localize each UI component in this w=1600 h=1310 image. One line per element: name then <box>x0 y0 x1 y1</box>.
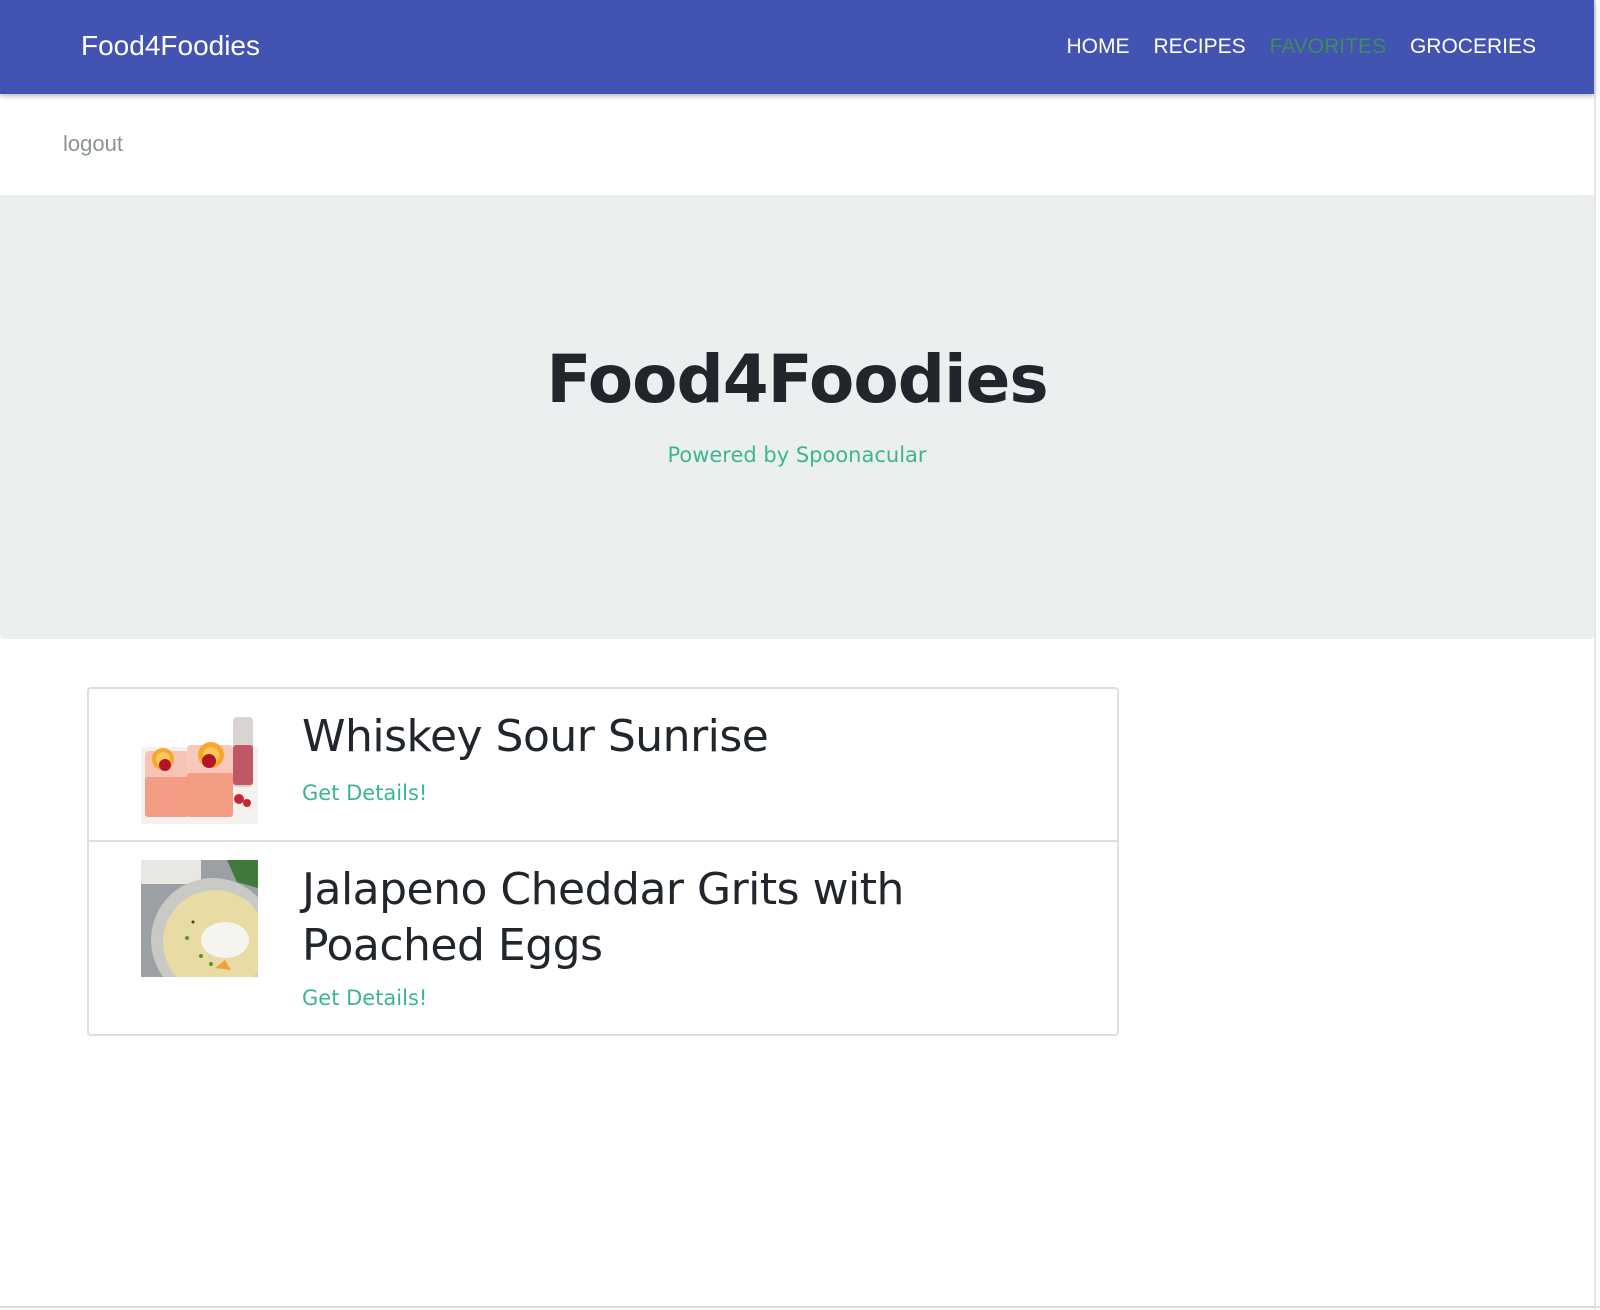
cocktail-glasses-image <box>141 707 258 824</box>
list-item: Whiskey Sour Sunrise Get Details! <box>89 689 1117 842</box>
recipe-title: Jalapeno Cheddar Grits with Poached Eggs <box>302 864 904 971</box>
recipe-title: Whiskey Sour Sunrise <box>302 711 769 762</box>
favorites-list: Whiskey Sour Sunrise Get Details! Jalape… <box>87 687 1119 1036</box>
brand-logo-link[interactable]: Food4Foodies <box>81 28 260 64</box>
logout-link[interactable]: logout <box>63 130 123 158</box>
get-details-link[interactable]: Get Details! <box>302 779 427 807</box>
grits-bowl-image <box>141 860 258 977</box>
nav-favorites[interactable]: FAVORITES <box>1258 34 1398 60</box>
list-item: Jalapeno Cheddar Grits with Poached Eggs… <box>89 842 1117 1034</box>
hero-subtitle: Powered by Spoonacular <box>667 443 927 467</box>
hero-banner: Food4Foodies Powered by Spoonacular <box>0 195 1594 639</box>
top-navbar: Food4Foodies HOME RECIPES FAVORITES GROC… <box>0 0 1594 94</box>
get-details-link[interactable]: Get Details! <box>302 984 427 1012</box>
window-edge-divider <box>1594 0 1596 1310</box>
nav-links: HOME RECIPES FAVORITES GROCERIES <box>1054 34 1548 60</box>
nav-recipes[interactable]: RECIPES <box>1141 34 1257 60</box>
bottom-divider <box>0 1306 1600 1308</box>
nav-home[interactable]: HOME <box>1054 34 1141 60</box>
nav-groceries[interactable]: GROCERIES <box>1398 34 1548 60</box>
hero-title: Food4Foodies <box>546 341 1048 418</box>
